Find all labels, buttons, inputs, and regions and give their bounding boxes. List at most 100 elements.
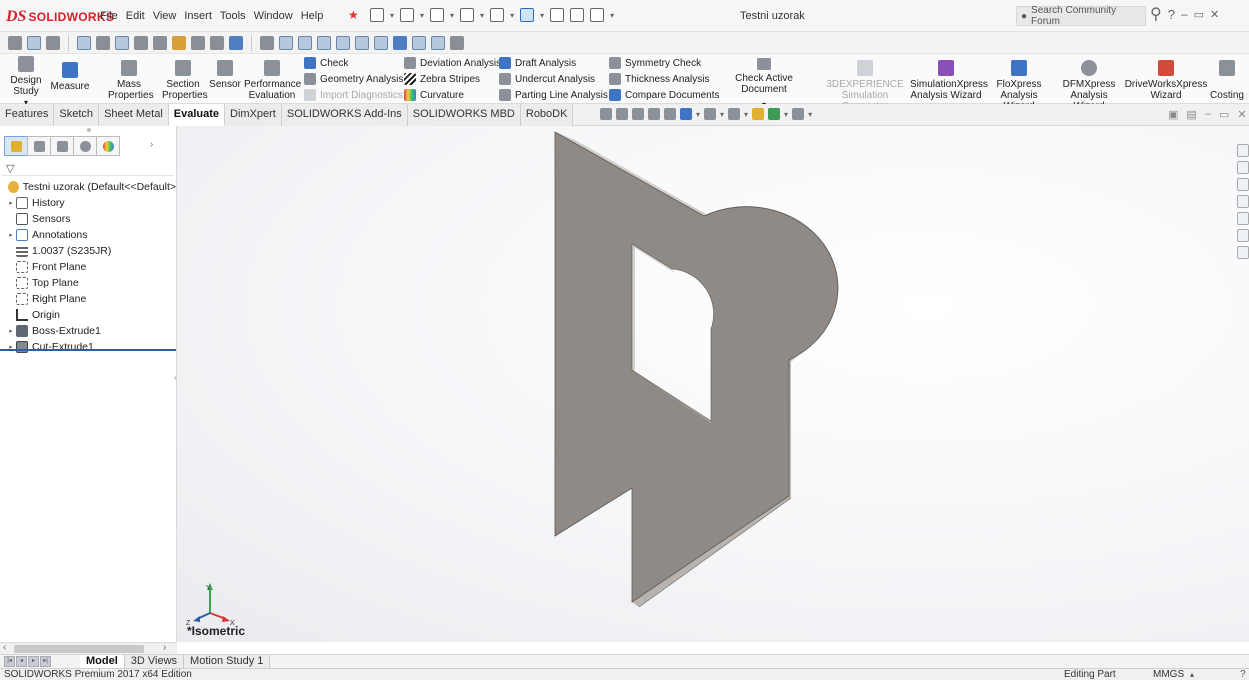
display-style-icon[interactable]: [134, 35, 148, 50]
symmetry-check-button[interactable]: Symmetry Check: [609, 57, 701, 69]
chevron-down-icon[interactable]: ▾: [450, 11, 454, 20]
first-tab-icon[interactable]: |◂: [4, 656, 15, 667]
thickness-analysis-button[interactable]: Thickness Analysis: [609, 73, 709, 85]
chevron-down-icon[interactable]: ▾: [696, 110, 700, 119]
scrollbar-thumb[interactable]: [14, 645, 144, 653]
chevron-down-icon[interactable]: ▾: [420, 11, 424, 20]
new-document-icon[interactable]: [370, 8, 384, 22]
chevron-down-icon[interactable]: ▾: [480, 11, 484, 20]
file-explorer-icon[interactable]: [1237, 195, 1249, 208]
save-icon[interactable]: [430, 8, 445, 22]
tab-dimxpert[interactable]: DimXpert: [225, 104, 282, 126]
deviation-analysis-button[interactable]: Deviation Analysis: [404, 57, 501, 69]
performance-evaluation-button[interactable]: Performance Evaluation: [244, 60, 301, 101]
edit-appearance-icon[interactable]: [752, 108, 765, 120]
tab-model[interactable]: Model: [80, 655, 125, 669]
restore-icon[interactable]: ▭: [1194, 8, 1204, 21]
undo-icon[interactable]: [490, 8, 505, 22]
menu-tools[interactable]: Tools: [216, 10, 250, 22]
check-button[interactable]: Check: [304, 57, 348, 69]
left-view-icon[interactable]: [317, 35, 331, 50]
compare-documents-button[interactable]: Compare Documents: [609, 89, 719, 101]
tree-item-history[interactable]: ▸ History: [0, 195, 176, 211]
tab-3d-views[interactable]: 3D Views: [124, 655, 185, 669]
next-tab-icon[interactable]: ▸: [28, 656, 39, 667]
scroll-right-icon[interactable]: ›: [163, 642, 166, 653]
tree-item-boss-extrude1[interactable]: ▸ Boss-Extrude1: [0, 323, 176, 339]
tab-features[interactable]: Features: [0, 104, 55, 126]
zoom-to-fit-icon[interactable]: [8, 35, 22, 50]
panel-grip[interactable]: [87, 128, 91, 132]
simulationxpress-button[interactable]: SimulationXpress Analysis Wizard: [910, 60, 988, 101]
mass-properties-button[interactable]: Mass Properties: [108, 60, 154, 101]
import-diagnostics-button[interactable]: Import Diagnostics: [304, 89, 403, 101]
expand-arrow-icon[interactable]: ▸: [6, 231, 16, 239]
tree-item-cut-extrude1[interactable]: ▸ Cut-Extrude1: [0, 339, 176, 355]
hide-show-icon[interactable]: [153, 35, 167, 50]
measure-button[interactable]: Measure: [50, 62, 90, 92]
graphics-area[interactable]: Y X Z *Isometric: [177, 126, 1249, 642]
open-icon[interactable]: [400, 8, 415, 22]
minimize-icon[interactable]: –: [1181, 7, 1188, 21]
tree-filter[interactable]: ▽: [2, 160, 174, 176]
draft-analysis-button[interactable]: Draft Analysis: [499, 57, 576, 69]
tile-horizontal-icon[interactable]: ▤: [1186, 108, 1196, 121]
print-icon[interactable]: [460, 8, 475, 22]
tree-root-part[interactable]: Testni uzorak (Default<<Default>: [0, 179, 176, 195]
configurationmanager-tab[interactable]: [50, 136, 74, 156]
dimxpertmanager-tab[interactable]: [73, 136, 97, 156]
custom-properties-icon[interactable]: [1237, 246, 1249, 259]
view-orientation-icon[interactable]: [115, 35, 129, 50]
tree-item-front-plane[interactable]: Front Plane: [0, 259, 176, 275]
trimetric-view-icon[interactable]: [412, 35, 426, 50]
view-palette-icon[interactable]: [1237, 212, 1249, 225]
chevron-down-icon[interactable]: ▾: [540, 11, 544, 20]
display-style-icon[interactable]: [704, 108, 717, 120]
resources-icon[interactable]: [1237, 161, 1249, 174]
design-study-button[interactable]: Design Study ▾: [4, 56, 48, 108]
tab-sketch[interactable]: Sketch: [54, 104, 100, 126]
tab-sheet-metal[interactable]: Sheet Metal: [99, 104, 169, 126]
close-icon[interactable]: ✕: [1237, 108, 1246, 121]
undercut-analysis-button[interactable]: Undercut Analysis: [499, 73, 595, 85]
section-view-icon[interactable]: [648, 108, 660, 120]
menu-edit[interactable]: Edit: [122, 10, 149, 22]
dimetric-view-icon[interactable]: [431, 35, 445, 50]
help-icon[interactable]: ?: [1168, 7, 1175, 22]
tree-item-annotations[interactable]: ▸ Annotations: [0, 227, 176, 243]
costing-button[interactable]: Costing: [1208, 60, 1246, 101]
panel-horizontal-scrollbar[interactable]: ‹ ›: [0, 642, 177, 654]
tile-icon[interactable]: ▣: [1168, 108, 1178, 121]
chevron-down-icon[interactable]: ▾: [510, 11, 514, 20]
expand-arrow-icon[interactable]: ▸: [6, 327, 16, 335]
tree-item-origin[interactable]: Origin: [0, 307, 176, 323]
tree-item-sensors[interactable]: Sensors: [0, 211, 176, 227]
normal-to-icon[interactable]: [260, 35, 274, 50]
apply-scene-icon[interactable]: [191, 35, 205, 50]
tree-item-right-plane[interactable]: Right Plane: [0, 291, 176, 307]
menu-window[interactable]: Window: [250, 10, 297, 22]
scroll-left-icon[interactable]: ‹: [3, 642, 6, 653]
model-front-face[interactable]: [555, 132, 838, 602]
chevron-down-icon[interactable]: ▾: [390, 11, 394, 20]
chevron-down-icon[interactable]: ▾: [808, 110, 812, 119]
top-view-icon[interactable]: [355, 35, 369, 50]
check-active-document-button[interactable]: Check Active Document ▾: [712, 58, 816, 110]
chevron-right-icon[interactable]: ›: [150, 139, 153, 150]
geometry-analysis-button[interactable]: Geometry Analysis: [304, 73, 403, 85]
file-properties-icon[interactable]: [570, 8, 585, 22]
section-properties-button[interactable]: Section Properties: [162, 60, 208, 101]
edit-appearance-icon[interactable]: [172, 35, 186, 50]
dynamic-annotation-icon[interactable]: [96, 35, 110, 50]
sketch-edit-icon[interactable]: [450, 35, 464, 50]
tree-item-top-plane[interactable]: Top Plane: [0, 275, 176, 291]
tab-solidworks-add-ins[interactable]: SOLIDWORKS Add-Ins: [281, 104, 408, 126]
back-view-icon[interactable]: [298, 35, 312, 50]
restore-icon[interactable]: ▭: [1219, 108, 1229, 121]
tab-motion-study-1[interactable]: Motion Study 1: [184, 655, 271, 669]
front-view-icon[interactable]: [279, 35, 293, 50]
chevron-down-icon[interactable]: ▾: [784, 110, 788, 119]
options-icon[interactable]: [590, 8, 605, 22]
zoom-area-icon[interactable]: [27, 35, 41, 50]
pin-icon[interactable]: ★: [348, 8, 359, 22]
